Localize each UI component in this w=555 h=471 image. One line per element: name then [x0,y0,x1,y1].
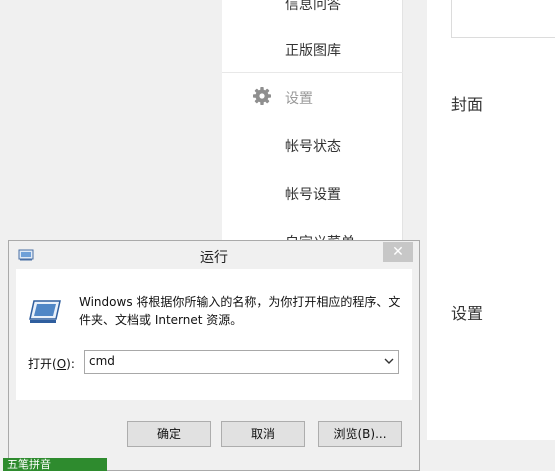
close-button[interactable]: ✕ [383,242,413,262]
ok-button[interactable]: 确定 [127,421,211,447]
chevron-down-icon[interactable] [384,356,394,366]
open-combobox[interactable]: cmd [84,350,399,374]
dialog-description: Windows 将根据你所输入的名称，为你打开相应的程序、文件夹、文档或 Int… [79,295,401,327]
dialog-content: Windows 将根据你所输入的名称，为你打开相应的程序、文件夹、文档或 Int… [16,269,412,400]
gear-icon [253,87,271,105]
open-label: 打开(O): [28,357,75,371]
open-combobox-value: cmd [89,354,115,368]
ime-status-bar[interactable]: 五笔拼音 [3,458,107,471]
sidebar-item-account-settings[interactable]: 帐号设置 [285,184,341,204]
sidebar-divider [222,72,403,73]
top-input-box[interactable] [451,0,555,38]
ime-label: 五笔拼音 [7,458,51,471]
sidebar-item-gallery[interactable]: 正版图库 [285,40,341,60]
settings-label: 设置 [451,304,484,323]
run-dialog: 运行 ✕ Windows 将根据你所输入的名称，为你打开相应的程序、文件夹、文档… [8,240,420,471]
dialog-titlebar[interactable]: 运行 ✕ [9,241,419,269]
sidebar-section-settings: 设置 [285,91,313,107]
run-program-icon [29,300,61,323]
browse-button[interactable]: 浏览(B)... [318,421,402,447]
cover-label: 封面 [451,95,484,114]
main-panel: 封面 设置 [427,0,555,440]
dialog-footer: 确定 取消 浏览(B)... [16,400,412,460]
dialog-title: 运行 [200,250,228,266]
sidebar-item-qa[interactable]: 信息问答 [285,0,341,14]
close-icon: ✕ [392,244,404,260]
cancel-button[interactable]: 取消 [221,421,305,447]
sidebar-item-account-status[interactable]: 帐号状态 [285,136,341,156]
